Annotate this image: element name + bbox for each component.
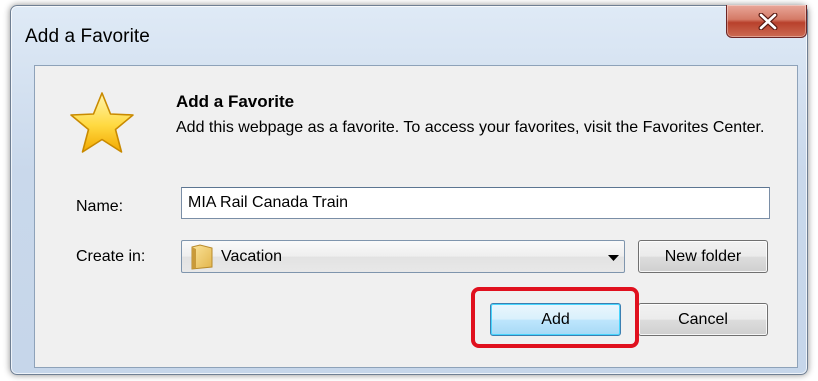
add-button[interactable]: Add	[490, 303, 621, 336]
name-label: Name:	[76, 198, 124, 215]
create-in-select[interactable]: Vacation	[181, 240, 625, 273]
chevron-down-icon[interactable]	[608, 255, 619, 261]
dialog-description: Add this webpage as a favorite. To acces…	[176, 119, 765, 136]
window-title: Add a Favorite	[25, 26, 150, 47]
star-icon	[70, 92, 134, 153]
new-folder-button[interactable]: New folder	[638, 240, 768, 273]
create-in-value: Vacation	[221, 248, 283, 265]
dialog-heading: Add a Favorite	[176, 92, 295, 111]
close-button[interactable]	[726, 5, 807, 38]
create-in-label: Create in:	[76, 248, 146, 265]
folder-icon	[191, 244, 213, 270]
close-icon	[758, 13, 778, 30]
cancel-button[interactable]: Cancel	[638, 303, 768, 336]
name-input[interactable]	[181, 187, 770, 219]
